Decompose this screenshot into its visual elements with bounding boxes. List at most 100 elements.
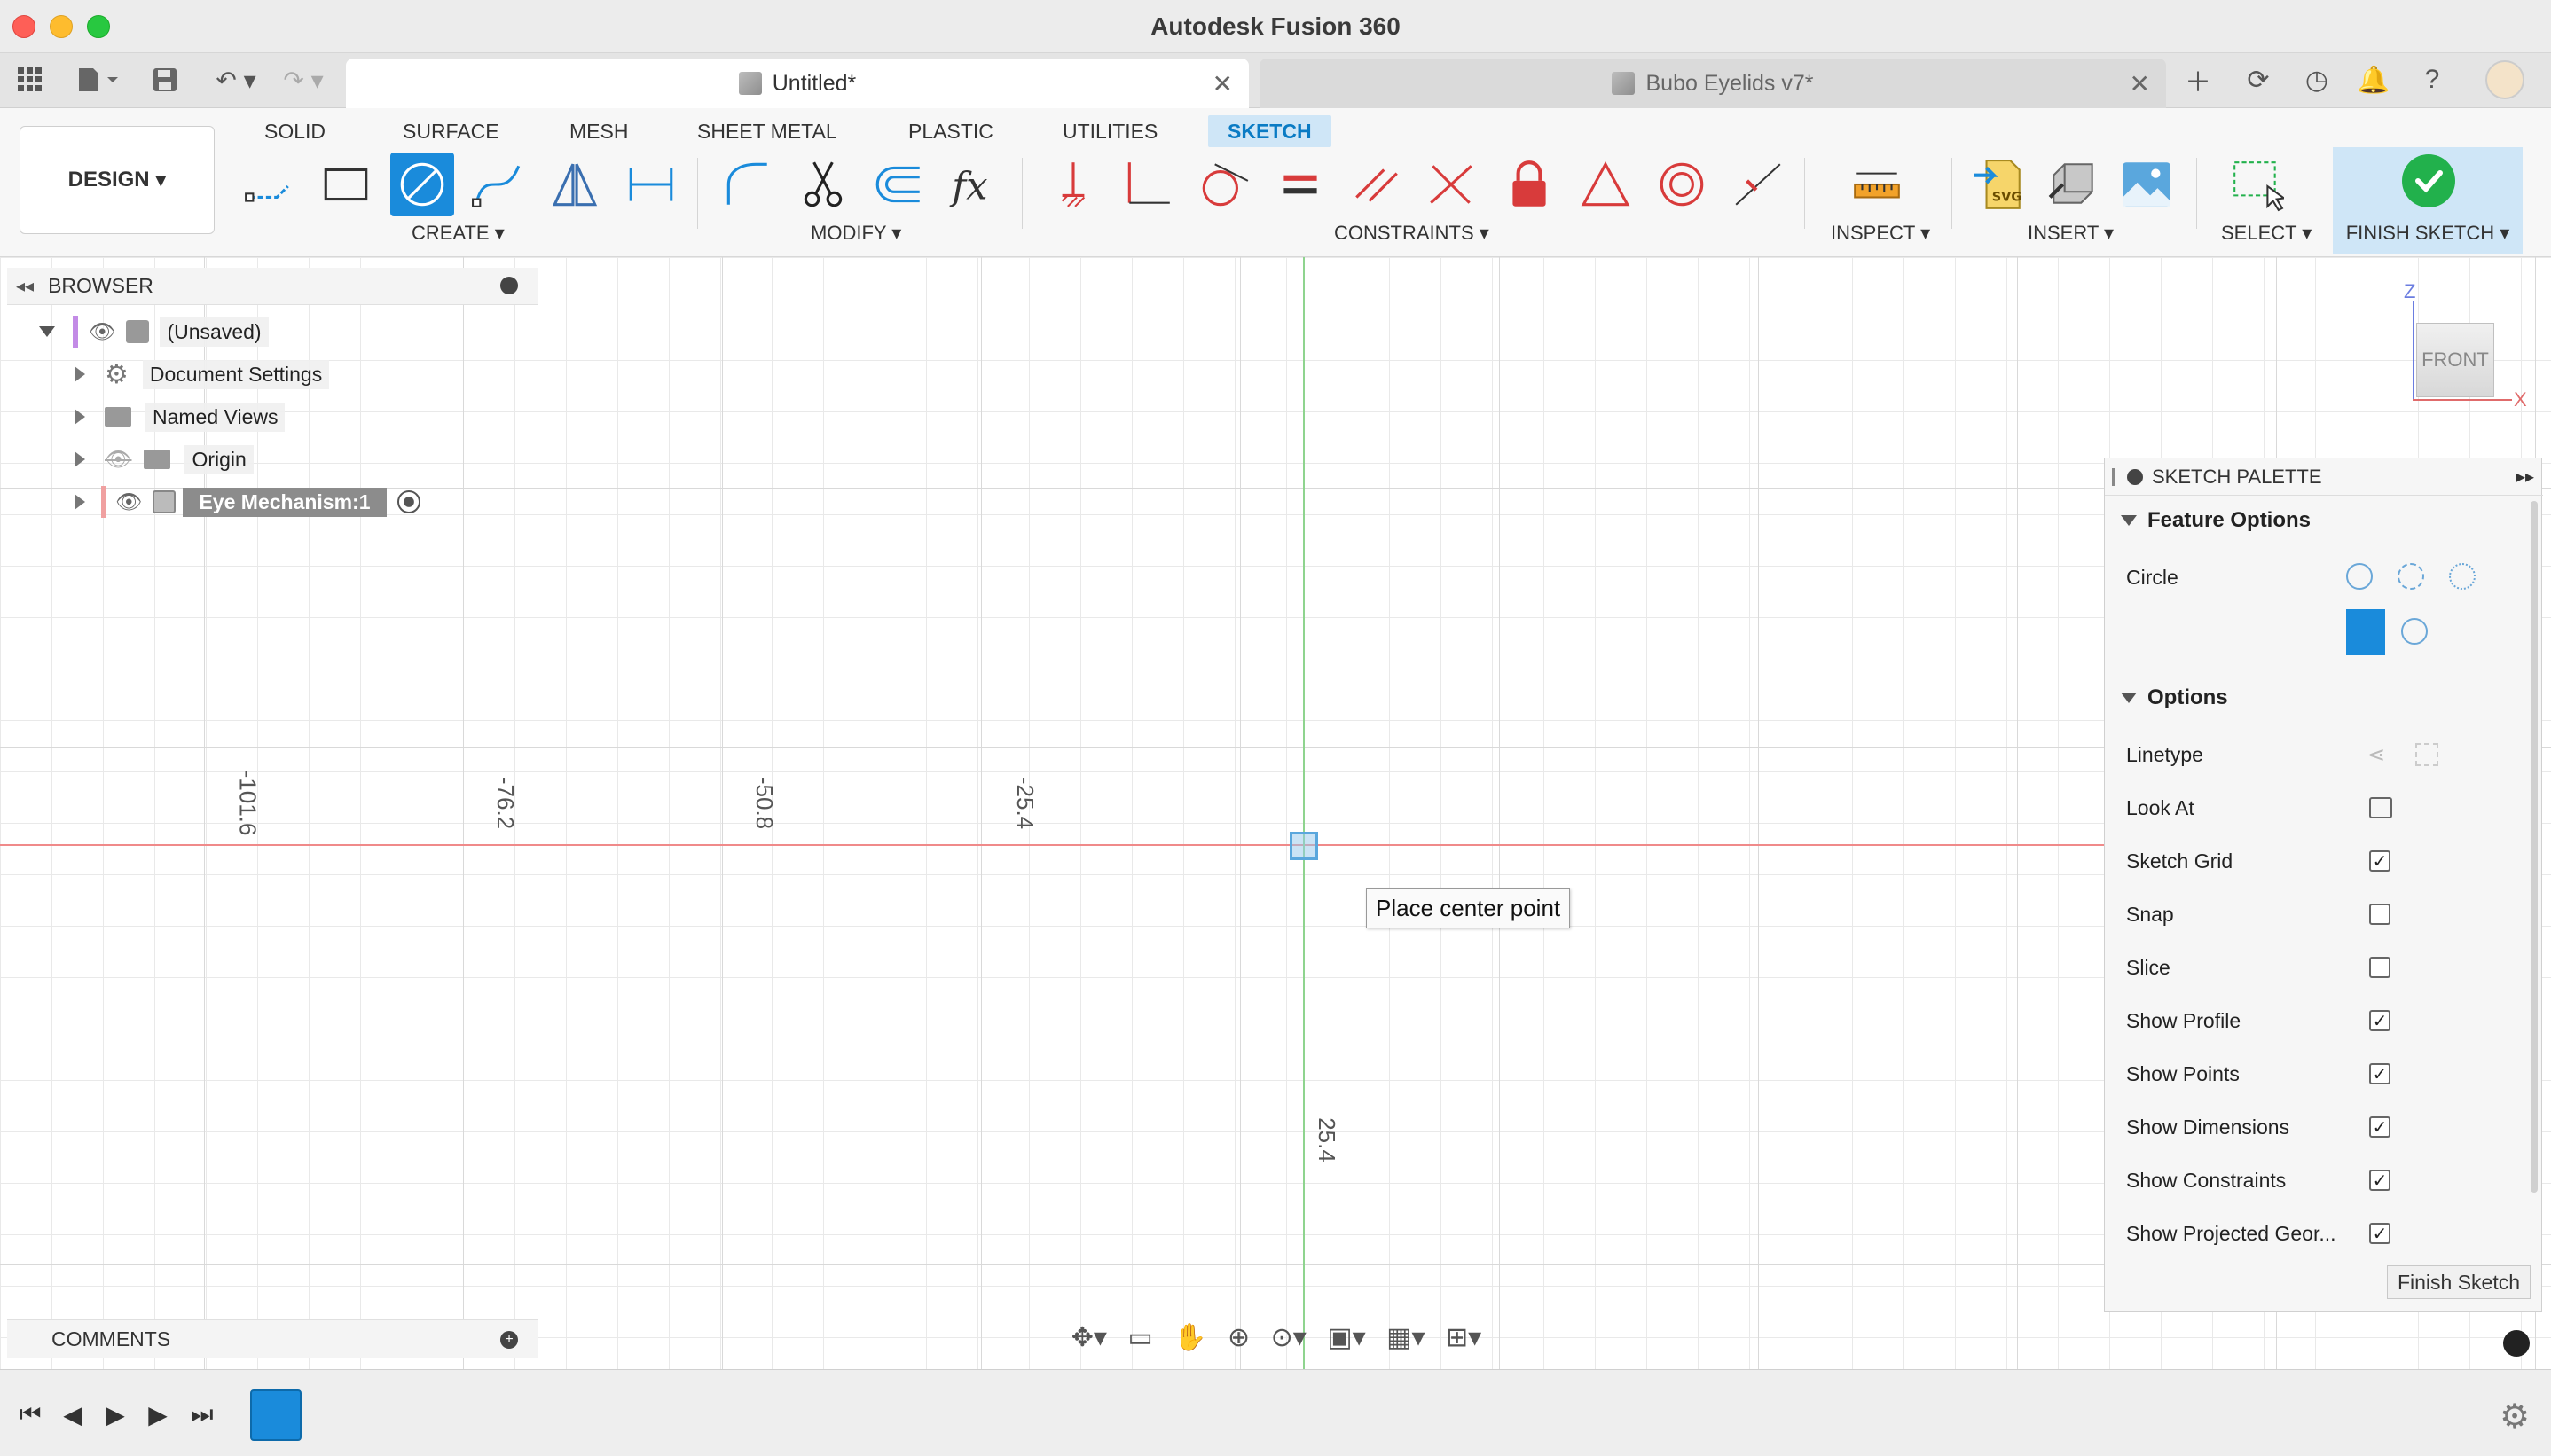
look-at-icon[interactable] — [2369, 797, 2392, 818]
expand-icon[interactable] — [75, 366, 85, 382]
tab-sketch[interactable]: SKETCH — [1208, 115, 1331, 147]
rectangle-tool-icon[interactable] — [314, 153, 378, 216]
tab-mesh[interactable]: MESH — [569, 115, 628, 147]
close-tab-icon[interactable]: ✕ — [1213, 69, 1233, 98]
measure-tool-icon[interactable] — [1845, 153, 1909, 216]
notifications-icon[interactable]: 🔔 — [2356, 62, 2391, 98]
close-tab-icon[interactable]: ✕ — [2130, 69, 2150, 98]
pan-icon[interactable]: ✋ — [1173, 1322, 1206, 1353]
options-header[interactable]: Options — [2121, 685, 2228, 710]
step-forward-icon[interactable]: ▶ — [140, 1397, 176, 1432]
browser-item-origin[interactable]: 👁 Origin — [75, 442, 254, 477]
tangent-circle-icon[interactable] — [2401, 618, 2428, 645]
palette-scrollbar[interactable] — [2531, 501, 2538, 1193]
slice-checkbox[interactable] — [2369, 957, 2390, 978]
minus-icon[interactable] — [2127, 468, 2143, 485]
show-profile-checkbox[interactable]: ✓ — [2369, 1010, 2390, 1031]
go-to-start-icon[interactable]: ⏮ — [12, 1397, 48, 1432]
display-settings-icon[interactable]: ▣▾ — [1327, 1322, 1365, 1353]
file-menu-icon[interactable] — [71, 64, 124, 96]
lock-constraint-icon[interactable] — [1497, 153, 1561, 216]
centerline-icon[interactable] — [2415, 743, 2438, 766]
expand-icon[interactable] — [75, 494, 85, 510]
activate-component-icon[interactable] — [396, 490, 420, 513]
expand-icon[interactable] — [75, 409, 85, 425]
feature-options-header[interactable]: Feature Options — [2121, 508, 2311, 533]
show-dimensions-checkbox[interactable]: ✓ — [2369, 1116, 2390, 1138]
select-menu[interactable]: SELECT ▾ — [2221, 222, 2312, 245]
comments-panel[interactable]: COMMENTS + — [7, 1319, 538, 1358]
tab-solid[interactable]: SOLID — [264, 115, 326, 147]
grid-settings-icon[interactable]: ▦▾ — [1386, 1322, 1425, 1353]
sketch-grid-checkbox[interactable]: ✓ — [2369, 850, 2390, 872]
tangent-constraint-icon[interactable] — [1192, 153, 1256, 216]
eye-hidden-icon[interactable]: 👁 — [105, 447, 131, 473]
finish-sketch-button[interactable]: FINISH SKETCH ▾ — [2333, 147, 2523, 254]
trim-tool-icon[interactable] — [791, 153, 855, 216]
redo-icon[interactable]: ↷ ▾ — [277, 64, 330, 96]
offset-tool-icon[interactable] — [867, 153, 931, 216]
browser-item-eye-mechanism[interactable]: 👁 Eye Mechanism:1 — [75, 484, 420, 520]
undo-icon[interactable]: ↶ ▾ — [209, 64, 263, 96]
parallel-constraint-icon[interactable] — [1345, 153, 1409, 216]
tab-sheet-metal[interactable]: SHEET METAL — [697, 115, 837, 147]
browser-item-named-views[interactable]: Named Views — [75, 399, 286, 434]
browser-root[interactable]: 👁 (Unsaved) — [39, 314, 269, 349]
circle-tool-icon[interactable] — [390, 153, 454, 216]
insert-image-icon[interactable] — [2115, 153, 2178, 216]
expand-icon[interactable] — [75, 451, 85, 467]
eye-icon[interactable]: 👁 — [115, 489, 142, 515]
three-point-circle-icon[interactable] — [2449, 563, 2476, 590]
workspace-switcher[interactable]: DESIGN ▾ — [20, 126, 215, 234]
construction-line-icon[interactable]: ⋖ — [2367, 742, 2385, 768]
inspect-menu[interactable]: INSPECT ▾ — [1831, 222, 1930, 245]
orbit-icon[interactable]: ✥▾ — [1071, 1322, 1107, 1353]
midpoint-constraint-icon[interactable] — [1726, 153, 1790, 216]
coincident-constraint-icon[interactable] — [1419, 153, 1483, 216]
dimension-tool-icon[interactable] — [619, 153, 683, 216]
collapse-icon[interactable] — [39, 326, 55, 337]
app-grid-icon[interactable] — [14, 64, 46, 96]
modify-menu[interactable]: MODIFY ▾ — [811, 222, 901, 245]
viewcube[interactable]: FRONT — [2416, 323, 2494, 397]
tab-utilities[interactable]: UTILITIES — [1063, 115, 1158, 147]
equal-constraint-icon[interactable] — [1268, 153, 1332, 216]
show-projected-geometry-checkbox[interactable]: ✓ — [2369, 1223, 2390, 1244]
tab-untitled[interactable]: Untitled* ✕ — [346, 59, 1249, 108]
mirror-tool-icon[interactable] — [543, 153, 607, 216]
spline-tool-icon[interactable] — [467, 153, 530, 216]
user-avatar[interactable] — [2485, 60, 2524, 99]
sketch-status-icon[interactable] — [2503, 1330, 2530, 1357]
tab-surface[interactable]: SURFACE — [403, 115, 499, 147]
help-icon[interactable]: ? — [2414, 62, 2450, 98]
line-tool-icon[interactable] — [238, 153, 302, 216]
eye-icon[interactable]: 👁 — [89, 319, 115, 345]
show-points-checkbox[interactable]: ✓ — [2369, 1063, 2390, 1084]
parameters-fx-icon[interactable]: fx — [944, 153, 1008, 216]
drag-handle-icon[interactable] — [2112, 467, 2115, 486]
fix-constraint-icon[interactable] — [1041, 153, 1105, 216]
collapse-panel-icon[interactable]: ◂◂ — [16, 275, 34, 297]
fillet-tool-icon[interactable] — [715, 153, 779, 216]
look-at-nav-icon[interactable]: ▭ — [1127, 1322, 1152, 1353]
insert-menu[interactable]: INSERT ▾ — [2028, 222, 2114, 245]
center-diameter-circle-icon[interactable] — [2346, 563, 2373, 590]
insert-svg-icon[interactable]: SVG — [1967, 153, 2031, 216]
expand-palette-icon[interactable]: ▸▸ — [2516, 466, 2534, 488]
circle-mode-selected-icon[interactable] — [2346, 609, 2385, 655]
create-menu[interactable]: CREATE ▾ — [412, 222, 505, 245]
snap-checkbox[interactable] — [2369, 904, 2390, 925]
palette-finish-sketch-button[interactable]: Finish Sketch — [2387, 1265, 2531, 1299]
tab-bubo-eyelids[interactable]: Bubo Eyelids v7* ✕ — [1260, 59, 2166, 108]
viewports-icon[interactable]: ⊞▾ — [1446, 1322, 1481, 1353]
new-tab-icon[interactable]: ＋ — [2180, 62, 2216, 98]
add-comment-icon[interactable]: + — [500, 1331, 518, 1349]
constraints-menu[interactable]: CONSTRAINTS ▾ — [1334, 222, 1489, 245]
timeline-settings-gear-icon[interactable]: ⚙ — [2500, 1397, 2530, 1436]
browser-item-document-settings[interactable]: ⚙ Document Settings — [75, 356, 330, 392]
sketch-origin-point[interactable] — [1290, 832, 1318, 860]
zoom-icon[interactable]: ⊕ — [1228, 1322, 1250, 1353]
tab-plastic[interactable]: PLASTIC — [908, 115, 993, 147]
triangle-constraint-icon[interactable] — [1574, 153, 1637, 216]
step-back-icon[interactable]: ◀ — [55, 1397, 90, 1432]
